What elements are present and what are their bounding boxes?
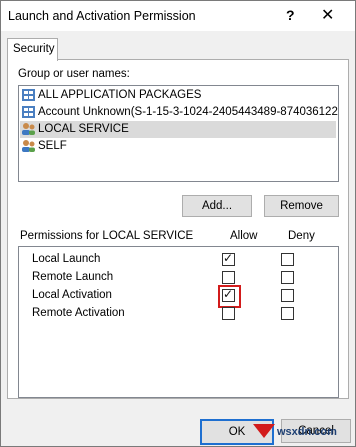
list-item[interactable]: ALL APPLICATION PACKAGES (20, 87, 336, 104)
watermark: wsxdn.com (277, 426, 337, 438)
deny-checkbox[interactable] (281, 289, 294, 302)
allow-checkbox[interactable]: ✓ (222, 251, 235, 266)
list-item[interactable]: LOCAL SERVICE (20, 121, 336, 138)
title-bar: Launch and Activation Permission ? ✕ (1, 1, 355, 31)
deny-checkbox[interactable] (281, 307, 294, 320)
deny-header: Deny (288, 230, 315, 242)
permission-name: Remote Launch (32, 271, 114, 283)
red-arrow-icon (253, 424, 275, 438)
table-row: Local Activation ✓ (19, 285, 337, 308)
permissions-table: Local Launch ✓ Remote Launch Local Activ… (18, 246, 339, 398)
allow-header: Allow (230, 230, 258, 242)
list-item-label: SELF (38, 140, 67, 152)
tab-security[interactable]: Security (7, 38, 58, 61)
allow-checkbox[interactable]: ✓ (222, 287, 235, 302)
account-unknown-icon (22, 106, 35, 118)
checkmark-icon: ✓ (223, 251, 234, 265)
group-names-label: Group or user names: (18, 68, 130, 80)
security-panel: Group or user names: ALL APPLICATION PAC… (7, 59, 349, 399)
permission-name: Remote Activation (32, 307, 125, 319)
remove-button[interactable]: Remove (264, 195, 339, 217)
add-button[interactable]: Add... (182, 195, 252, 217)
list-item-label: LOCAL SERVICE (38, 123, 129, 135)
table-row: Local Launch ✓ (19, 251, 337, 269)
permission-name: Local Activation (32, 289, 112, 301)
tab-security-label: Security (13, 43, 55, 55)
list-item-label: ALL APPLICATION PACKAGES (38, 89, 202, 101)
allow-checkbox[interactable] (222, 271, 235, 284)
deny-checkbox[interactable] (281, 253, 294, 266)
table-row: Remote Activation (19, 305, 337, 323)
dialog-title: Launch and Activation Permission (8, 9, 196, 23)
table-row: Remote Launch (19, 269, 337, 287)
group-user-list[interactable]: ALL APPLICATION PACKAGES Account Unknown… (18, 85, 339, 182)
help-icon[interactable]: ? (286, 7, 295, 23)
checkmark-icon: ✓ (223, 287, 234, 301)
list-item-label: Account Unknown(S-1-15-3-1024-2405443489… (38, 106, 339, 118)
user-group-icon (22, 123, 35, 135)
permission-name: Local Launch (32, 253, 101, 265)
deny-checkbox[interactable] (281, 271, 294, 284)
packages-icon (22, 89, 35, 101)
close-icon[interactable]: ✕ (321, 5, 334, 25)
list-item[interactable]: SELF (20, 138, 336, 155)
permissions-label: Permissions for LOCAL SERVICE (20, 230, 194, 242)
list-item[interactable]: Account Unknown(S-1-15-3-1024-2405443489… (20, 104, 339, 121)
user-group-icon (22, 140, 35, 152)
permission-dialog: Launch and Activation Permission ? ✕ Sec… (0, 0, 356, 447)
allow-checkbox[interactable] (222, 307, 235, 320)
